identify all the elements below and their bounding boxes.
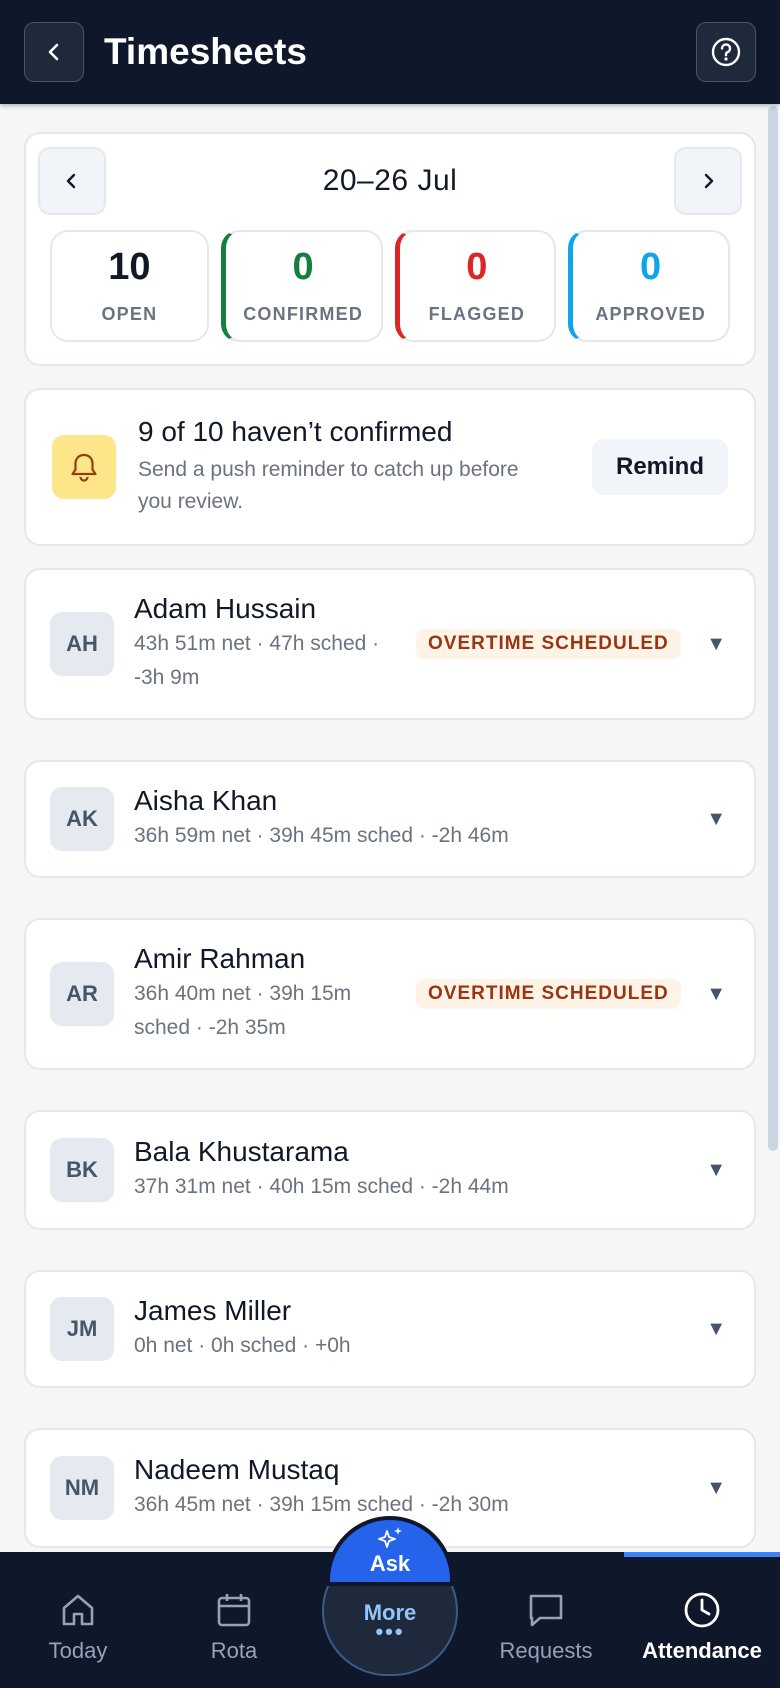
prev-week-button[interactable] bbox=[38, 147, 106, 215]
stat-confirmed-value: 0 bbox=[292, 245, 314, 288]
employee-hours: 37h 31m net · 40h 15m sched · -2h 44m bbox=[134, 1175, 509, 1198]
employee-info: Adam Hussain 43h 51m net · 47h sched · -… bbox=[134, 593, 394, 695]
nav-attendance-label: Attendance bbox=[642, 1638, 762, 1663]
stat-confirmed-label: CONFIRMED bbox=[243, 303, 364, 324]
week-navigator: 20–26 Jul bbox=[38, 146, 742, 216]
stat-open-label: OPEN bbox=[101, 303, 158, 324]
employee-card[interactable]: AR Amir Rahman 36h 40m net · 39h 15m sch… bbox=[24, 918, 756, 1070]
reminder-text: 9 of 10 haven’t confirmed Send a push re… bbox=[138, 416, 592, 518]
app-header: Timesheets bbox=[0, 0, 780, 104]
employee-name: Adam Hussain bbox=[134, 593, 317, 624]
scrollbar[interactable] bbox=[768, 106, 778, 1151]
avatar: BK bbox=[50, 1138, 114, 1202]
employee-info: Aisha Khan 36h 59m net · 39h 45m sched ·… bbox=[134, 785, 509, 853]
avatar: AK bbox=[50, 787, 114, 851]
employee-info: James Miller 0h net · 0h sched · +0h bbox=[134, 1295, 351, 1363]
reminder-card: 9 of 10 haven’t confirmed Send a push re… bbox=[24, 388, 756, 546]
remind-button[interactable]: Remind bbox=[592, 439, 728, 495]
stat-open[interactable]: 10 OPEN bbox=[50, 230, 209, 342]
help-circle-icon bbox=[711, 37, 741, 67]
expand-icon[interactable]: ▼ bbox=[706, 633, 726, 656]
chevron-right-icon bbox=[704, 173, 714, 189]
help-button[interactable] bbox=[696, 22, 756, 82]
employee-card[interactable]: AH Adam Hussain 43h 51m net · 47h sched … bbox=[24, 568, 756, 720]
employee-name: James Miller bbox=[134, 1295, 292, 1326]
employee-hours: 43h 51m net · 47h sched · -3h 9m bbox=[134, 632, 380, 689]
employee-info: Bala Khustarama 37h 31m net · 40h 15m sc… bbox=[134, 1136, 509, 1204]
stat-flagged[interactable]: 0 FLAGGED bbox=[394, 230, 557, 342]
sparkle-icon bbox=[378, 1527, 402, 1548]
expand-icon[interactable]: ▼ bbox=[706, 808, 726, 831]
avatar: JM bbox=[50, 1297, 114, 1361]
chevron-left-icon bbox=[48, 43, 59, 61]
week-range: 20–26 Jul bbox=[322, 164, 458, 197]
stat-confirmed[interactable]: 0 CONFIRMED bbox=[220, 230, 383, 342]
nav-requests[interactable]: Requests bbox=[468, 1552, 624, 1688]
employee-info: Nadeem Mustaq 36h 45m net · 39h 15m sche… bbox=[134, 1454, 509, 1522]
stat-approved[interactable]: 0 APPROVED bbox=[568, 230, 730, 342]
next-week-button[interactable] bbox=[673, 147, 742, 215]
stat-approved-value: 0 bbox=[640, 245, 662, 288]
employee-card[interactable]: AK Aisha Khan 36h 59m net · 39h 45m sche… bbox=[24, 760, 756, 878]
stat-flagged-value: 0 bbox=[466, 245, 488, 288]
employee-card[interactable]: BK Bala Khustarama 37h 31m net · 40h 15m… bbox=[24, 1110, 756, 1230]
expand-icon[interactable]: ▼ bbox=[706, 1477, 726, 1500]
stat-approved-label: APPROVED bbox=[595, 303, 706, 324]
nav-rota[interactable]: Rota bbox=[156, 1552, 312, 1688]
active-indicator bbox=[624, 1552, 780, 1557]
employee-hours: 36h 45m net · 39h 15m sched · -2h 30m bbox=[134, 1493, 509, 1516]
employee-name: Bala Khustarama bbox=[134, 1136, 349, 1167]
overtime-badge: OVERTIME SCHEDULED bbox=[416, 629, 681, 659]
nav-attendance[interactable]: Attendance bbox=[624, 1552, 780, 1688]
avatar: AR bbox=[50, 962, 114, 1026]
calendar-icon bbox=[217, 1594, 251, 1627]
week-summary-card: 20–26 Jul 10 OPEN 0 CONFIRMED 0 FLAGGED … bbox=[24, 132, 756, 366]
ask-label: Ask bbox=[369, 1551, 411, 1576]
nav-rota-label: Rota bbox=[210, 1638, 258, 1663]
clock-icon bbox=[684, 1592, 720, 1628]
employee-name: Amir Rahman bbox=[134, 943, 306, 974]
employee-card[interactable]: JM James Miller 0h net · 0h sched · +0h … bbox=[24, 1270, 756, 1388]
status-filters: 10 OPEN 0 CONFIRMED 0 FLAGGED 0 APPROVED bbox=[38, 230, 742, 342]
nav-today[interactable]: Today bbox=[0, 1552, 156, 1688]
overtime-badge: OVERTIME SCHEDULED bbox=[416, 979, 681, 1009]
employee-hours: 36h 40m net · 39h 15m sched · -2h 35m bbox=[134, 982, 352, 1039]
back-button[interactable] bbox=[24, 22, 84, 82]
expand-icon[interactable]: ▼ bbox=[706, 1159, 726, 1182]
reminder-title: 9 of 10 haven’t confirmed bbox=[138, 416, 453, 447]
employee-name: Aisha Khan bbox=[134, 785, 278, 816]
stat-flagged-label: FLAGGED bbox=[428, 303, 526, 324]
chat-bubble-icon bbox=[529, 1594, 563, 1627]
stat-open-value: 10 bbox=[108, 245, 151, 288]
bell-badge bbox=[52, 435, 116, 499]
reminder-subtitle: Send a push reminder to catch up before … bbox=[138, 458, 519, 513]
employee-hours: 0h net · 0h sched · +0h bbox=[134, 1334, 351, 1357]
chevron-left-icon bbox=[66, 173, 76, 189]
expand-icon[interactable]: ▼ bbox=[706, 983, 726, 1006]
employee-name: Nadeem Mustaq bbox=[134, 1454, 340, 1485]
employee-info: Amir Rahman 36h 40m net · 39h 15m sched … bbox=[134, 943, 374, 1045]
more-dots-icon: ••• bbox=[375, 1619, 405, 1644]
main-content: 20–26 Jul 10 OPEN 0 CONFIRMED 0 FLAGGED … bbox=[24, 132, 756, 1548]
employee-hours: 36h 59m net · 39h 45m sched · -2h 46m bbox=[134, 824, 509, 847]
avatar: AH bbox=[50, 612, 114, 676]
home-icon bbox=[62, 1594, 94, 1626]
page-title: Timesheets bbox=[104, 31, 307, 72]
avatar: NM bbox=[50, 1456, 114, 1520]
nav-requests-label: Requests bbox=[499, 1638, 593, 1663]
nav-today-label: Today bbox=[48, 1638, 108, 1663]
expand-icon[interactable]: ▼ bbox=[706, 1318, 726, 1341]
bell-icon bbox=[71, 453, 97, 482]
